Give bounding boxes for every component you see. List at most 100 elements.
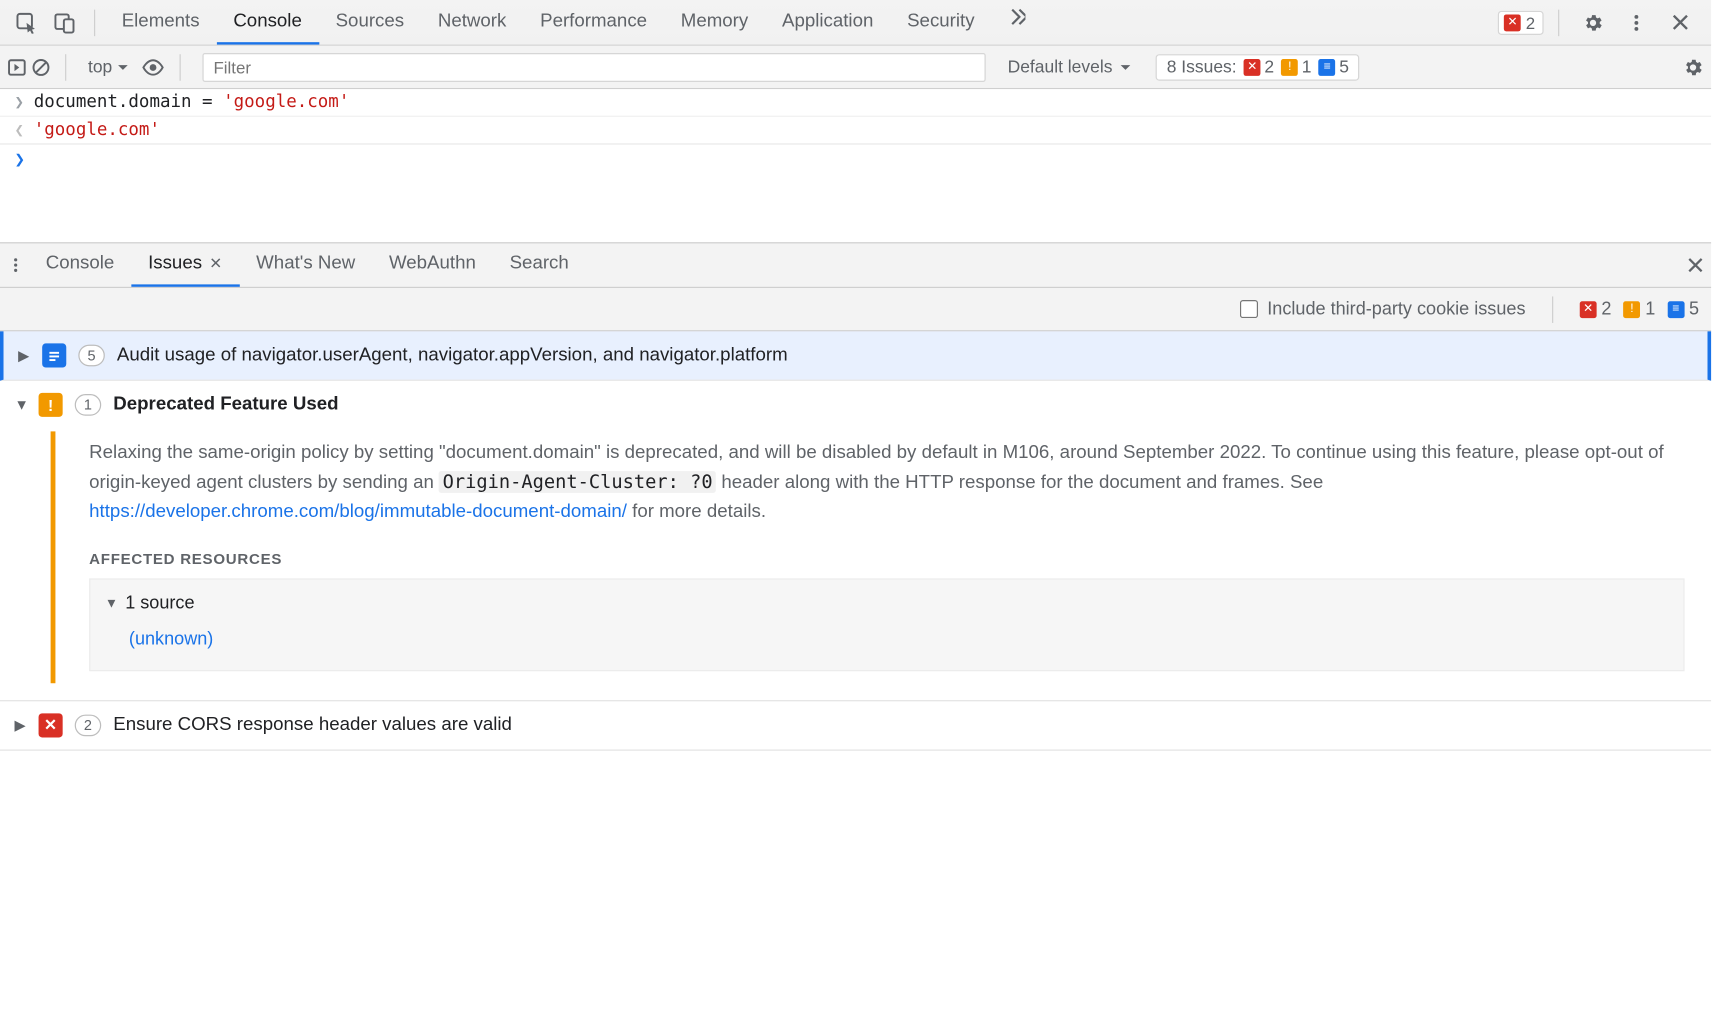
affected-source-toggle[interactable]: ▼ 1 source <box>105 590 1669 618</box>
issue-counts: ✕2 !1 ≡5 <box>1580 299 1699 319</box>
warn-count: 1 <box>1645 299 1655 319</box>
err-count: 2 <box>1264 57 1274 76</box>
console-sidebar-toggle-icon[interactable] <box>7 57 26 76</box>
issues-label: 8 Issues: <box>1167 57 1237 76</box>
tab-elements[interactable]: Elements <box>105 0 217 45</box>
drawer-tab-search[interactable]: Search <box>493 243 586 286</box>
console-input-echo[interactable]: ❯ document.domain = 'google.com' <box>0 89 1711 117</box>
issue-title: Deprecated Feature Used <box>113 394 338 416</box>
issue-count: 2 <box>75 714 102 736</box>
issue-row[interactable]: ▼ ! 1 Deprecated Feature Used Relaxing t… <box>0 381 1711 701</box>
console-prompt[interactable]: ❯ <box>0 145 1711 243</box>
checkbox-label: Include third-party cookie issues <box>1267 299 1525 319</box>
panel-tabs: Elements Console Sources Network Perform… <box>105 0 1035 45</box>
drawer-tab-issues[interactable]: Issues ✕ <box>131 243 239 286</box>
console-input-text: document.domain = 'google.com' <box>34 93 350 112</box>
console-output: ❯ document.domain = 'google.com' ❮ 'goog… <box>0 89 1711 242</box>
info-icon: ≡ <box>1319 58 1336 75</box>
issue-desc-post: for more details. <box>627 501 766 521</box>
tab-network[interactable]: Network <box>421 0 523 45</box>
err-badge[interactable]: ✕2 <box>1580 299 1612 319</box>
issue-title: Ensure CORS response header values are v… <box>113 714 512 736</box>
output-chevron-icon: ❮ <box>14 122 33 140</box>
chevron-down-icon <box>117 61 129 73</box>
error-icon: ✕ <box>1504 14 1521 31</box>
include-thirdparty-checkbox[interactable]: Include third-party cookie issues <box>1240 299 1526 319</box>
issue-body: Relaxing the same-origin policy by setti… <box>51 431 1699 683</box>
kebab-menu-icon[interactable] <box>1620 5 1654 39</box>
chevron-down-icon <box>1120 61 1132 73</box>
tab-console[interactable]: Console <box>216 0 318 45</box>
drawer-kebab-icon[interactable] <box>7 257 24 274</box>
checkbox-input[interactable] <box>1240 300 1258 318</box>
context-label: top <box>88 57 112 76</box>
issue-row[interactable]: ▶ ✕ 2 Ensure CORS response header values… <box>0 701 1711 750</box>
console-output-text: 'google.com' <box>34 121 160 140</box>
issue-count: 5 <box>78 345 105 367</box>
issue-title: Audit usage of navigator.userAgent, navi… <box>117 345 788 367</box>
console-output-row[interactable]: ❮ 'google.com' <box>0 117 1711 145</box>
expand-triangle-icon[interactable]: ▼ <box>14 396 26 413</box>
tab-memory[interactable]: Memory <box>664 0 765 45</box>
drawer-tab-whatsnew[interactable]: What's New <box>239 243 372 286</box>
device-toolbar-icon[interactable] <box>48 5 82 39</box>
prompt-chevron-icon: ❯ <box>14 151 33 170</box>
input-chevron-icon: ❯ <box>14 94 33 112</box>
error-message-icon: ✕ <box>39 713 63 737</box>
execution-context-selector[interactable]: top <box>81 55 137 79</box>
affected-resources-heading: AFFECTED RESOURCES <box>89 548 1684 571</box>
affected-source-link[interactable]: (unknown) <box>105 625 1669 653</box>
issues-toolbar: Include third-party cookie issues ✕2 !1 … <box>0 288 1711 331</box>
warning-message-icon: ! <box>39 393 63 417</box>
divider <box>94 9 95 36</box>
tab-sources[interactable]: Sources <box>319 0 421 45</box>
warn-badge[interactable]: !1 <box>1624 299 1656 319</box>
error-count: 2 <box>1526 13 1535 32</box>
issues-counter[interactable]: 8 Issues: ✕2 !1 ≡5 <box>1156 54 1360 81</box>
divider <box>180 54 181 81</box>
drawer-tab-webauthn[interactable]: WebAuthn <box>372 243 493 286</box>
issue-doc-link[interactable]: https://developer.chrome.com/blog/immuta… <box>89 501 627 521</box>
overflow-tabs-icon[interactable] <box>999 0 1033 34</box>
inspect-element-icon[interactable] <box>10 5 44 39</box>
console-filter-input[interactable] <box>203 52 986 81</box>
warning-icon: ! <box>1281 58 1298 75</box>
tab-application[interactable]: Application <box>765 0 890 45</box>
err-count: 2 <box>1601 299 1611 319</box>
levels-label: Default levels <box>1008 57 1113 76</box>
issue-desc-mid: header along with the HTTP response for … <box>716 472 1323 492</box>
console-settings-gear-icon[interactable] <box>1682 56 1704 78</box>
drawer-tabbar: Console Issues ✕ What's New WebAuthn Sea… <box>0 242 1711 288</box>
info-count: 5 <box>1339 57 1349 76</box>
divider <box>1552 296 1553 323</box>
errors-pill[interactable]: ✕ 2 <box>1498 10 1544 34</box>
expand-triangle-icon[interactable]: ▶ <box>14 717 26 734</box>
live-expression-eye-icon[interactable] <box>141 58 165 75</box>
expand-triangle-icon[interactable]: ▶ <box>18 347 30 364</box>
close-drawer-icon[interactable] <box>1687 257 1704 274</box>
source-count-label: 1 source <box>125 590 194 618</box>
issue-row[interactable]: ▶ 5 Audit usage of navigator.userAgent, … <box>0 331 1711 380</box>
close-tab-icon[interactable]: ✕ <box>209 254 222 273</box>
log-levels-selector[interactable]: Default levels <box>998 55 1141 79</box>
tab-performance[interactable]: Performance <box>523 0 664 45</box>
topbar-right: ✕ 2 <box>1498 5 1704 39</box>
divider <box>65 54 66 81</box>
tab-security[interactable]: Security <box>890 0 991 45</box>
info-icon: ≡ <box>1667 301 1684 318</box>
tree-triangle-icon: ▼ <box>105 593 118 614</box>
settings-gear-icon[interactable] <box>1576 5 1610 39</box>
divider <box>1558 9 1559 36</box>
info-badge[interactable]: ≡5 <box>1667 299 1699 319</box>
info-message-icon <box>42 343 66 367</box>
info-count: 5 <box>1689 299 1699 319</box>
warning-icon: ! <box>1624 301 1641 318</box>
drawer-tab-console[interactable]: Console <box>29 243 131 286</box>
devtools-main-tabbar: Elements Console Sources Network Perform… <box>0 0 1711 46</box>
console-toolbar: top Default levels 8 Issues: ✕2 !1 ≡5 <box>0 46 1711 89</box>
issue-code: Origin-Agent-Cluster: ?0 <box>439 471 716 493</box>
close-devtools-icon[interactable] <box>1663 5 1697 39</box>
affected-resources-box: ▼ 1 source (unknown) <box>89 579 1684 671</box>
issue-count: 1 <box>75 394 102 416</box>
clear-console-icon[interactable] <box>31 57 50 76</box>
